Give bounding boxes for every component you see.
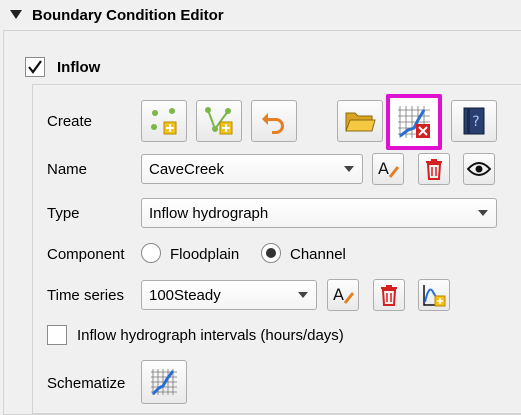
- rename-icon: A: [378, 159, 400, 178]
- add-time-series-button[interactable]: [418, 279, 450, 311]
- add-points-icon: [151, 108, 177, 135]
- create-label: Create: [47, 113, 93, 130]
- add-point-bc-button[interactable]: [141, 100, 187, 142]
- channel-radio[interactable]: [261, 243, 281, 263]
- inflow-label: Inflow: [57, 58, 101, 76]
- trash-icon: [381, 285, 397, 306]
- panel-header[interactable]: Boundary Condition Editor: [0, 0, 521, 30]
- intervals-checkbox[interactable]: [47, 325, 67, 345]
- help-book-icon: ?: [463, 107, 485, 135]
- undo-arrow-icon: [262, 113, 284, 134]
- help-book-button[interactable]: ?: [451, 100, 497, 142]
- undo-button[interactable]: [251, 100, 297, 142]
- schematize-grid-icon: [151, 369, 177, 396]
- time-series-combobox[interactable]: 100Steady: [141, 280, 317, 310]
- chevron-down-icon: [344, 166, 354, 172]
- trash-icon: [426, 159, 442, 180]
- schematize-label: Schematize: [47, 375, 126, 392]
- eye-icon: [467, 162, 491, 176]
- name-value: CaveCreek: [149, 160, 225, 178]
- type-combobox[interactable]: Inflow hydrograph: [141, 198, 497, 228]
- delete-time-series-button[interactable]: [373, 279, 405, 311]
- chevron-down-icon: [478, 210, 488, 216]
- rename-button[interactable]: A: [372, 153, 404, 185]
- intervals-label[interactable]: Inflow hydrograph intervals (hours/days): [77, 327, 344, 344]
- inflow-checkbox[interactable]: [25, 57, 45, 77]
- schematize-button[interactable]: [141, 360, 187, 404]
- floodplain-radio[interactable]: [141, 243, 161, 263]
- panel-title: Boundary Condition Editor: [32, 6, 224, 24]
- type-label: Type: [47, 205, 80, 222]
- hydrograph-add-icon: [423, 285, 446, 307]
- type-value: Inflow hydrograph: [149, 204, 269, 222]
- svg-text:A: A: [378, 159, 389, 178]
- schematize-delete-button[interactable]: [386, 94, 442, 150]
- time-series-label: Time series: [47, 287, 124, 304]
- collapse-triangle-icon[interactable]: [10, 10, 22, 20]
- check-icon: [28, 60, 42, 74]
- rename-time-series-button[interactable]: A: [327, 279, 359, 311]
- svg-text:?: ?: [472, 114, 479, 130]
- name-label: Name: [47, 161, 88, 178]
- add-line-bc-button[interactable]: [196, 100, 242, 142]
- time-series-value: 100Steady: [149, 286, 221, 304]
- name-combobox[interactable]: CaveCreek: [141, 154, 363, 184]
- chevron-down-icon: [298, 292, 308, 298]
- grid-line-delete-icon: [398, 106, 430, 138]
- inflow-group-toggle[interactable]: Inflow: [25, 54, 100, 80]
- svg-text:A: A: [333, 285, 344, 304]
- open-folder-button[interactable]: [337, 100, 383, 142]
- view-button[interactable]: [463, 153, 495, 185]
- folder-icon: [345, 112, 376, 132]
- channel-label[interactable]: Channel: [290, 246, 346, 263]
- floodplain-label[interactable]: Floodplain: [170, 246, 239, 263]
- component-label: Component: [47, 246, 125, 263]
- radio-selected-dot: [266, 248, 276, 258]
- delete-name-button[interactable]: [418, 153, 450, 185]
- rename-icon: A: [333, 285, 355, 304]
- add-line-icon: [205, 107, 233, 135]
